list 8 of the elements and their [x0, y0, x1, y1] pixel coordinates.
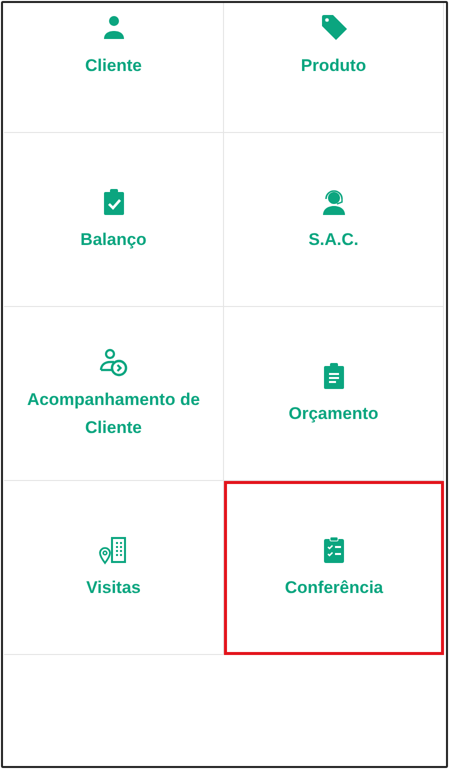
- menu-tile[interactable]: Visitas: [4, 481, 224, 655]
- menu-tile[interactable]: Acompanhamento de Cliente: [4, 307, 224, 481]
- menu-tile[interactable]: Cliente: [4, 3, 224, 133]
- menu-tile[interactable]: Conferência: [224, 481, 444, 655]
- menu-tile[interactable]: Orçamento: [224, 307, 444, 481]
- menu-tile[interactable]: Balanço: [4, 133, 224, 307]
- menu-tile[interactable]: Produto: [224, 3, 444, 133]
- menu-tile[interactable]: S.A.C.: [224, 133, 444, 307]
